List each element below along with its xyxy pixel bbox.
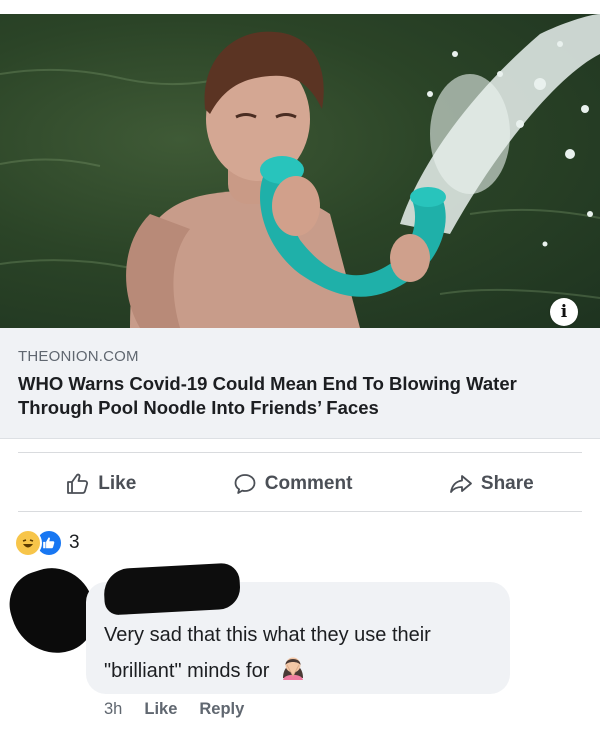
haha-reaction-icon	[14, 529, 42, 557]
article-photo-illustration	[0, 14, 600, 328]
comment-meta: 3h Like Reply	[104, 700, 244, 719]
link-headline[interactable]: WHO Warns Covid-19 Could Mean End To Blo…	[18, 372, 588, 420]
comment-button-label: Comment	[264, 473, 353, 494]
post-action-bar: Like Comment Share	[18, 458, 582, 510]
share-arrow-icon	[450, 475, 472, 493]
comment-like-link[interactable]: Like	[144, 700, 177, 719]
share-button-label: Share	[480, 473, 534, 494]
link-preview[interactable]: THEONION.COM WHO Warns Covid-19 Could Me…	[0, 328, 600, 439]
comment-reply-link[interactable]: Reply	[199, 700, 244, 719]
article-photo[interactable]	[0, 14, 600, 328]
like-button[interactable]: Like	[66, 472, 136, 496]
comment-text: Very sad that this what they use their "…	[104, 618, 494, 691]
info-icon[interactable]: i	[550, 298, 578, 326]
divider-top	[18, 452, 582, 453]
like-button-label: Like	[98, 473, 137, 494]
comment-timestamp[interactable]: 3h	[104, 700, 122, 719]
link-domain: THEONION.COM	[18, 348, 139, 365]
comment-text-body: Very sad that this what they use their "…	[104, 624, 431, 682]
divider-bottom	[18, 511, 582, 512]
share-button[interactable]: Share	[449, 472, 534, 496]
reaction-summary[interactable]: 3	[14, 528, 80, 558]
woman-facepalming-icon	[279, 652, 307, 691]
comment-button[interactable]: Comment	[233, 472, 353, 496]
reaction-count: 3	[69, 532, 80, 553]
commenter-name-redacted[interactable]	[102, 562, 242, 616]
thumbs-up-icon	[67, 473, 89, 494]
comment-bubble-icon	[234, 474, 256, 494]
